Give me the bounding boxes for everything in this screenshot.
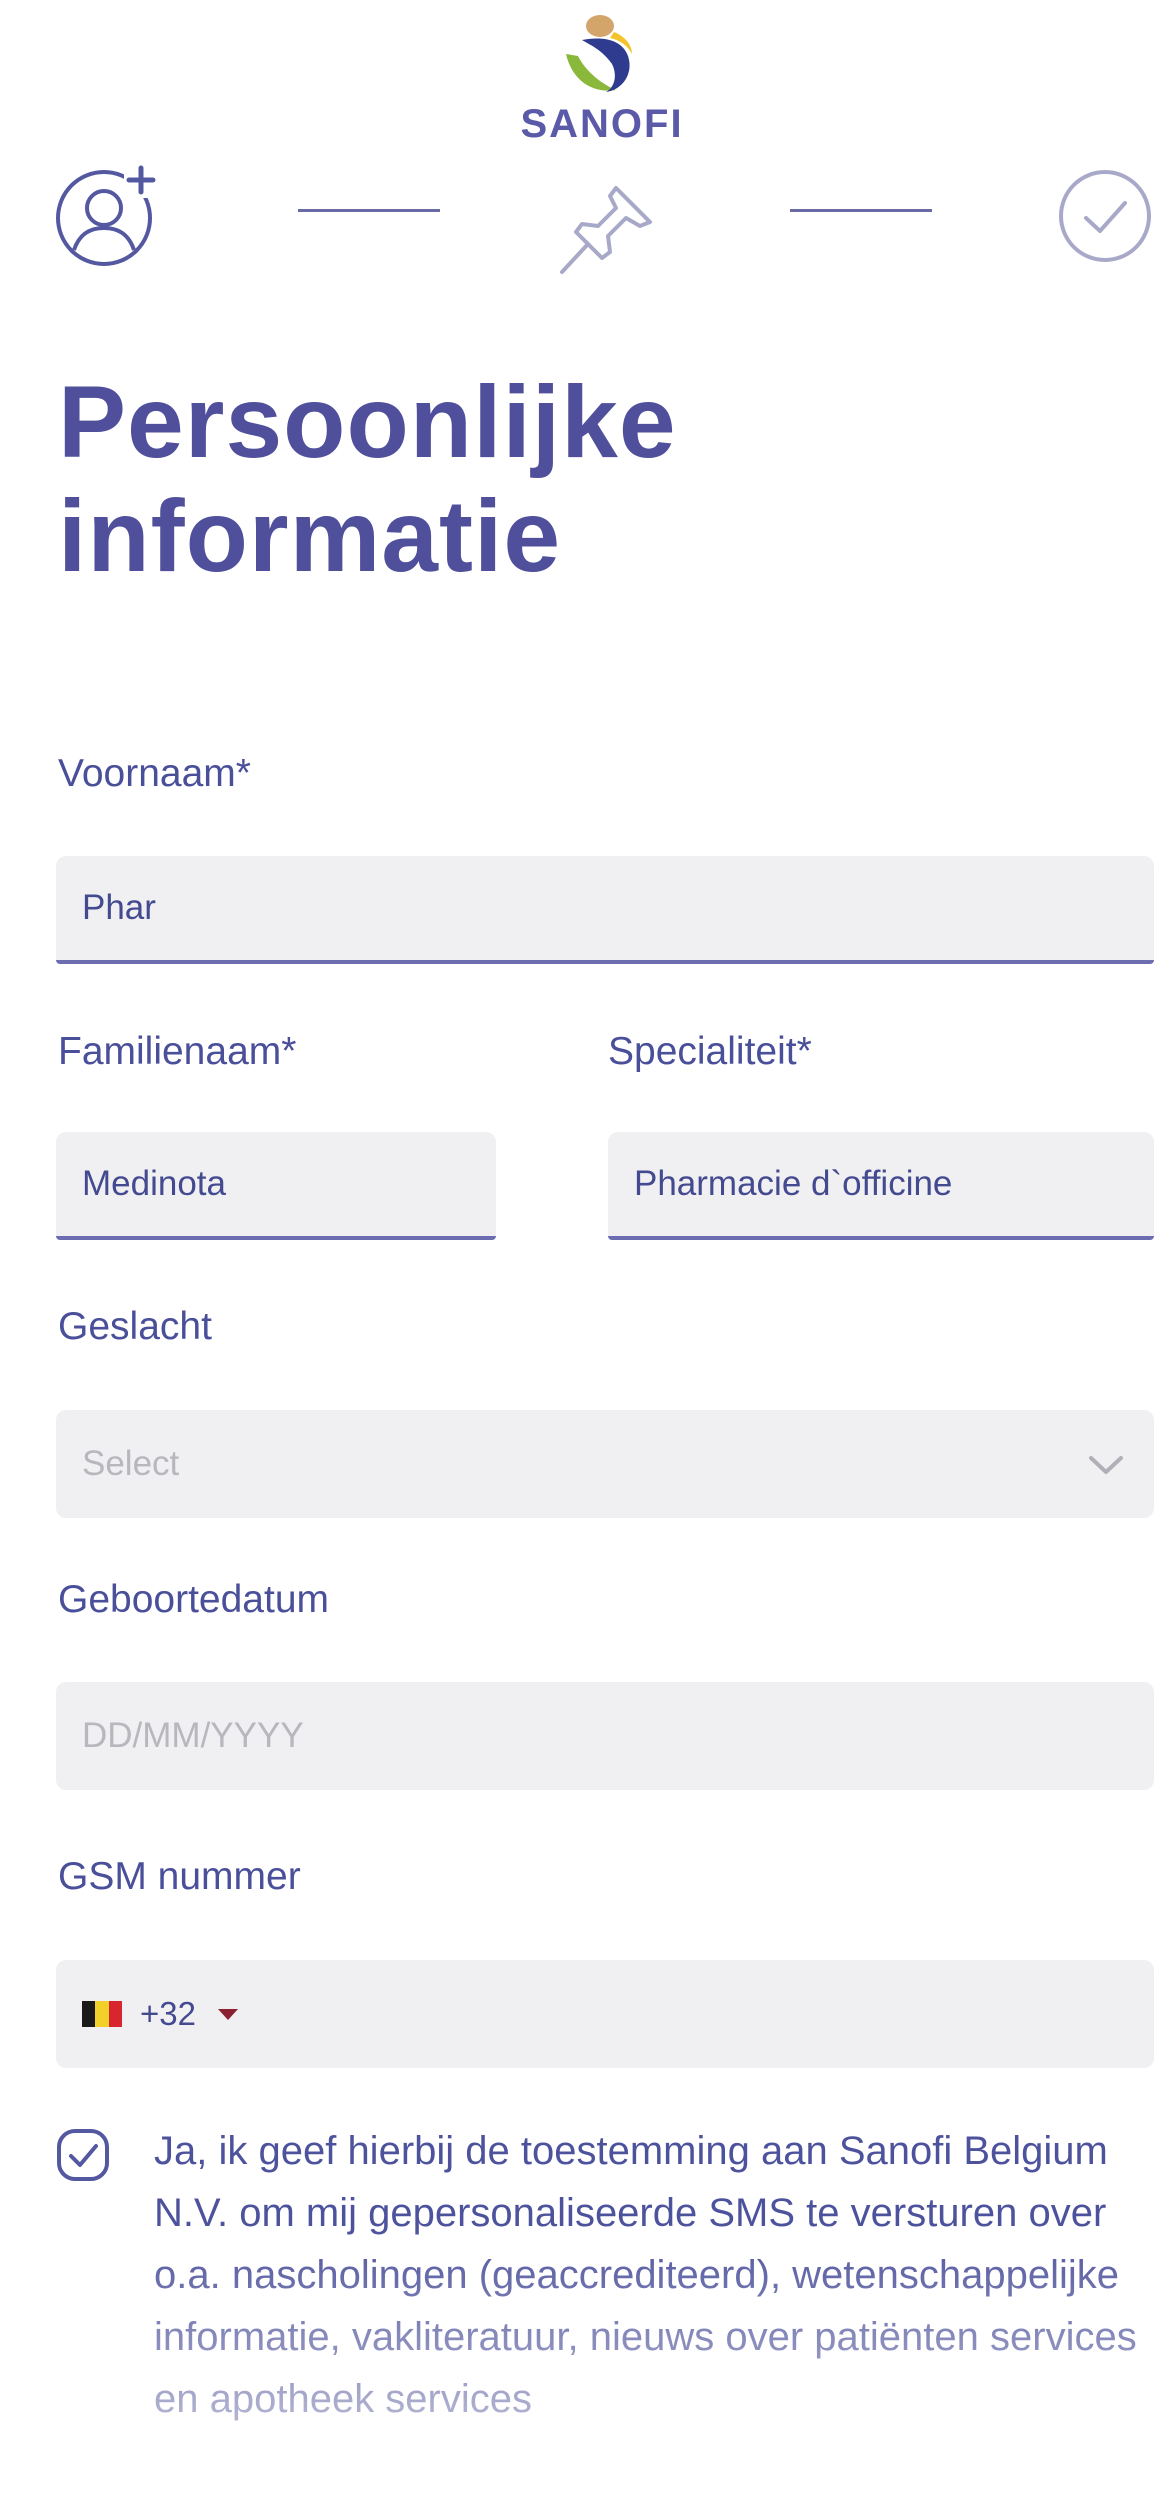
first-name-input[interactable]: Phar (56, 856, 1154, 964)
birthdate-label: Geboortedatum (58, 1578, 330, 1621)
caret-down-icon[interactable] (217, 2008, 238, 2020)
last-name-input[interactable]: Medinota (56, 1132, 496, 1240)
first-name-value: Phar (82, 888, 156, 927)
sanofi-logo: SANOFI (507, 10, 697, 146)
last-name-label: Familienaam* (58, 1030, 297, 1073)
birthdate-input[interactable]: DD/MM/YYYY (56, 1682, 1154, 1790)
consent-text: Ja, ik geef hierbij de toestemming aan S… (154, 2120, 1144, 2430)
check-circle-icon (1059, 170, 1151, 262)
specialty-value: Pharmacie d`officine (634, 1164, 953, 1203)
birthdate-placeholder: DD/MM/YYYY (82, 1716, 304, 1755)
page-title: Persoonlijke informatie (58, 365, 677, 593)
brand-name: SANOFI (520, 102, 684, 146)
stepper-connector (298, 209, 440, 212)
gender-select[interactable]: Select (56, 1410, 1154, 1518)
pin-icon (560, 186, 652, 274)
gender-placeholder: Select (82, 1444, 180, 1483)
chevron-down-icon (1089, 1456, 1123, 1474)
gender-label: Geslacht (58, 1305, 212, 1348)
specialty-input[interactable]: Pharmacie d`officine (608, 1132, 1154, 1240)
phone-input[interactable]: +32 (56, 1960, 1154, 2068)
user-add-icon (56, 164, 158, 266)
specialty-label: Specialiteit* (608, 1030, 812, 1073)
sanofi-bird-icon (566, 15, 632, 92)
belgium-flag-icon[interactable] (82, 2001, 122, 2027)
last-name-value: Medinota (82, 1164, 226, 1203)
stepper-connector (790, 209, 932, 212)
dial-code[interactable]: +32 (140, 1995, 196, 2033)
first-name-label: Voornaam* (58, 752, 251, 795)
phone-label: GSM nummer (58, 1855, 301, 1898)
consent-checkbox[interactable] (56, 2128, 110, 2182)
